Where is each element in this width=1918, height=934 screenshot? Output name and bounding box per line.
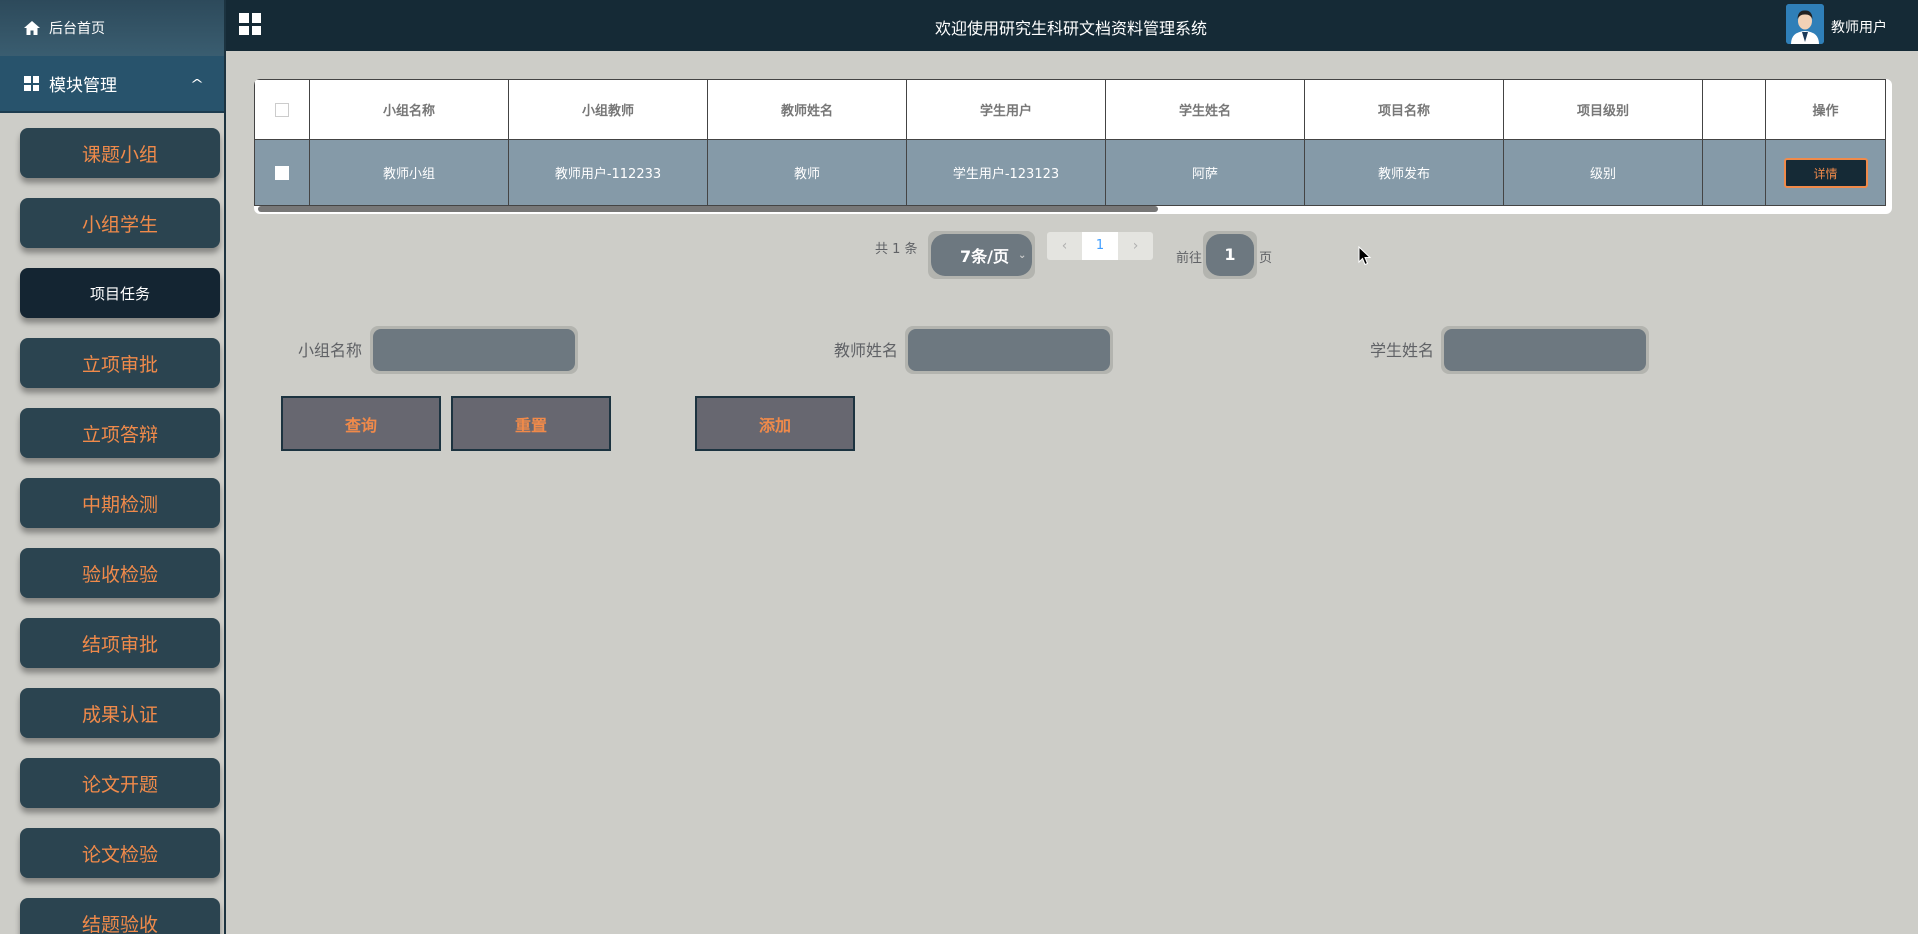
teacher-name-label: 教师姓名 xyxy=(834,341,899,360)
column-header: 学生姓名 xyxy=(1105,79,1305,140)
table-cell: 教师小组 xyxy=(309,139,509,206)
sidebar-item-acceptance-check[interactable]: 验收检验 xyxy=(20,548,220,598)
query-button[interactable]: 查询 xyxy=(281,396,441,451)
sidebar-item-final-acceptance[interactable]: 结题验收 xyxy=(20,898,220,934)
sidebar-home-label: 后台首页 xyxy=(49,21,105,37)
page-size-value: 7条/页 xyxy=(960,247,1009,266)
student-name-label: 学生姓名 xyxy=(1370,341,1435,360)
sidebar-item-completion-approval[interactable]: 结项审批 xyxy=(20,618,220,668)
sidebar: 后台首页 模块管理 ^ 课题小组 小组学生 项目任务 立项审批 立项答辩 中期检… xyxy=(0,0,226,934)
table-row[interactable]: 教师小组 教师用户-112233 教师 学生用户-123123 阿萨 教师发布 … xyxy=(254,139,1886,206)
sidebar-item-project-defense[interactable]: 立项答辩 xyxy=(20,408,220,458)
table-cell: 教师发布 xyxy=(1304,139,1504,206)
table-cell: 教师用户-112233 xyxy=(508,139,708,206)
sidebar-module-header[interactable]: 模块管理 ^ xyxy=(0,56,224,113)
horizontal-scrollbar[interactable] xyxy=(258,206,1158,212)
sidebar-menu: 课题小组 小组学生 项目任务 立项审批 立项答辩 中期检测 验收检验 结项审批 … xyxy=(0,113,224,934)
sidebar-item-project-approval[interactable]: 立项审批 xyxy=(20,338,220,388)
mouse-cursor-icon xyxy=(1358,246,1372,266)
chevron-down-icon: ⌄ xyxy=(1017,249,1027,261)
page-title: 欢迎使用研究生科研文档资料管理系统 xyxy=(934,19,1207,38)
action-cell: 详情 xyxy=(1765,139,1886,206)
column-header: 小组名称 xyxy=(309,79,509,140)
page-suffix: 页 xyxy=(1259,251,1273,266)
column-header: 学生用户 xyxy=(906,79,1106,140)
sidebar-item-group-students[interactable]: 小组学生 xyxy=(20,198,220,248)
column-header xyxy=(1702,79,1766,140)
row-checkbox[interactable] xyxy=(275,165,289,180)
table-cell: 级别 xyxy=(1503,139,1703,206)
reset-button[interactable]: 重置 xyxy=(451,396,611,451)
goto-page-value: 1 xyxy=(1206,234,1254,276)
total-count: 共 1 条 xyxy=(875,242,918,257)
grid-icon xyxy=(24,76,39,91)
column-header: 小组教师 xyxy=(508,79,708,140)
data-table: 小组名称 小组教师 教师姓名 学生用户 学生姓名 项目名称 项目级别 操作 教师… xyxy=(254,79,1892,214)
add-button[interactable]: 添加 xyxy=(695,396,855,451)
sidebar-module-label: 模块管理 xyxy=(49,76,117,96)
group-name-input[interactable] xyxy=(370,326,578,374)
avatar[interactable] xyxy=(1786,4,1824,44)
sidebar-home-link[interactable]: 后台首页 xyxy=(0,0,224,56)
page-size-select[interactable]: 7条/页 ⌄ xyxy=(928,231,1035,279)
row-select-cell[interactable] xyxy=(254,139,310,206)
column-header: 教师姓名 xyxy=(707,79,907,140)
table-cell: 教师 xyxy=(707,139,907,206)
prev-page-icon[interactable]: ‹ xyxy=(1047,232,1082,260)
select-all-cell[interactable] xyxy=(254,79,310,140)
sidebar-item-thesis-check[interactable]: 论文检验 xyxy=(20,828,220,878)
column-header: 项目级别 xyxy=(1503,79,1703,140)
detail-button[interactable]: 详情 xyxy=(1783,157,1868,188)
group-name-label: 小组名称 xyxy=(298,341,363,360)
table-cell: 阿萨 xyxy=(1105,139,1305,206)
pager: ‹ 1 › xyxy=(1047,232,1153,260)
select-all-checkbox[interactable] xyxy=(275,102,289,117)
chevron-up-icon: ^ xyxy=(189,76,205,91)
table-cell xyxy=(1702,139,1766,206)
home-icon xyxy=(24,21,40,35)
goto-page-input[interactable]: 1 xyxy=(1203,231,1257,279)
table-header-row: 小组名称 小组教师 教师姓名 学生用户 学生姓名 项目名称 项目级别 操作 xyxy=(254,79,1886,140)
column-header: 项目名称 xyxy=(1304,79,1504,140)
sidebar-item-result-certification[interactable]: 成果认证 xyxy=(20,688,220,738)
user-name[interactable]: 教师用户 xyxy=(1831,17,1887,37)
top-bar: 欢迎使用研究生科研文档资料管理系统 教师用户 xyxy=(226,0,1918,51)
page-number[interactable]: 1 xyxy=(1082,232,1118,260)
next-page-icon[interactable]: › xyxy=(1118,232,1153,260)
sidebar-item-project-tasks[interactable]: 项目任务 xyxy=(20,268,220,318)
goto-label: 前往 xyxy=(1176,251,1203,266)
sidebar-item-midterm-check[interactable]: 中期检测 xyxy=(20,478,220,528)
sidebar-item-topic-group[interactable]: 课题小组 xyxy=(20,128,220,178)
teacher-name-input[interactable] xyxy=(905,326,1113,374)
table-cell: 学生用户-123123 xyxy=(906,139,1106,206)
sidebar-item-thesis-proposal[interactable]: 论文开题 xyxy=(20,758,220,808)
user-avatar-icon xyxy=(1786,4,1824,44)
column-header: 操作 xyxy=(1765,79,1886,140)
student-name-input[interactable] xyxy=(1441,326,1649,374)
